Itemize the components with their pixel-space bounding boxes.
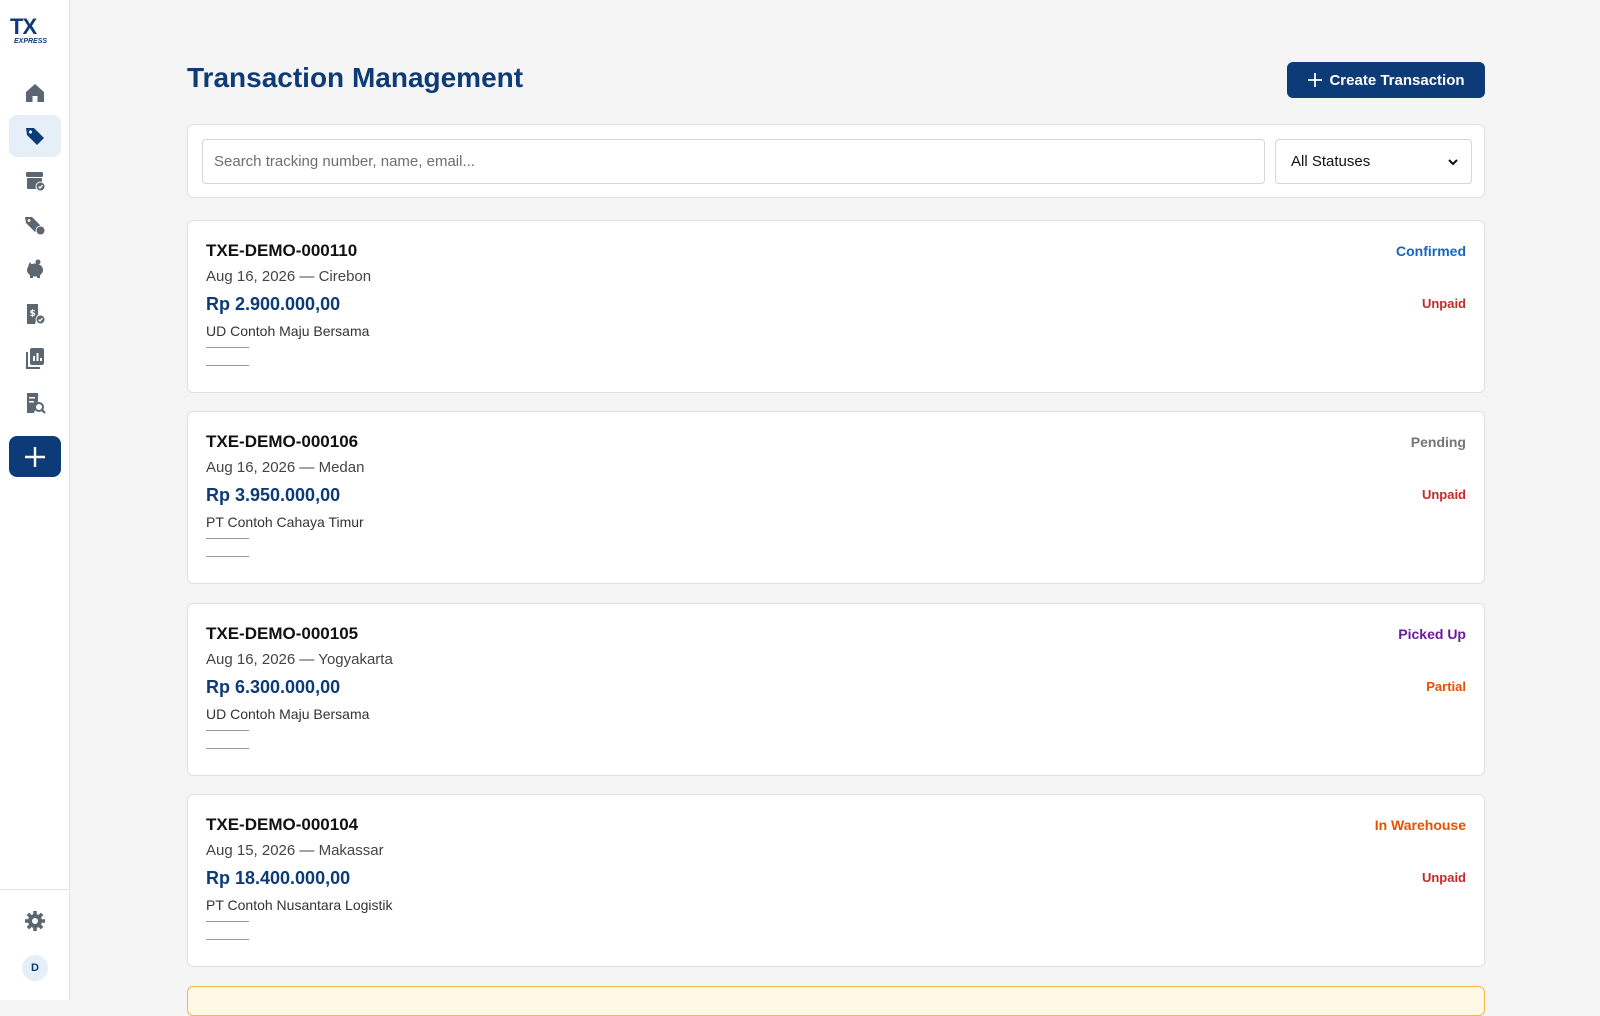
piggy-bank-icon <box>27 259 43 278</box>
chevron-down-icon <box>1448 158 1458 165</box>
sidebar: TX EXPRESS $ D <box>0 0 70 1000</box>
sidebar-item-transactions[interactable] <box>9 115 61 157</box>
transaction-date-city: Aug 16, 2026 — Medan <box>206 459 365 476</box>
customer-company: PT Contoh Nusantara Logistik <box>206 897 393 913</box>
transaction-amount: Rp 6.300.000,00 <box>206 677 341 697</box>
payment-status: Unpaid <box>1421 487 1466 502</box>
payment-status: Unpaid <box>1421 870 1466 885</box>
tags-discount-icon <box>25 217 46 236</box>
status-filter-value: All Statuses <box>1291 153 1371 170</box>
customer-company: UD Contoh Maju Bersama <box>206 706 370 722</box>
filter-panel: All Statuses <box>187 124 1485 198</box>
placeholder-line <box>206 556 249 557</box>
avatar[interactable]: D <box>22 955 48 981</box>
placeholder-line <box>206 748 249 749</box>
reports-icon <box>26 348 44 369</box>
payment-status: Partial <box>1426 679 1466 694</box>
transaction-date-city: Aug 16, 2026 — Yogyakarta <box>206 651 393 668</box>
sidebar-item-discounts[interactable] <box>9 204 61 246</box>
warehouse-check-icon <box>26 172 46 192</box>
shipment-status: Pending <box>1410 434 1466 450</box>
shipment-status: Confirmed <box>1396 243 1466 259</box>
search-input[interactable] <box>202 139 1265 184</box>
audit-search-icon <box>27 393 46 414</box>
plus-icon <box>25 446 45 467</box>
transaction-card-partial[interactable] <box>187 986 1485 1016</box>
sidebar-divider <box>0 889 70 890</box>
placeholder-line <box>206 921 249 922</box>
customer-company: PT Contoh Cahaya Timur <box>206 514 364 530</box>
status-filter-select[interactable]: All Statuses <box>1275 139 1472 184</box>
placeholder-line <box>206 347 249 348</box>
tracking-number: TXE-DEMO-000105 <box>206 624 359 643</box>
transaction-amount: Rp 2.900.000,00 <box>206 294 341 314</box>
sidebar-item-home[interactable] <box>9 72 61 114</box>
transaction-card[interactable]: TXE-DEMO-000105 Aug 16, 2026 — Yogyakart… <box>187 603 1485 776</box>
transaction-card[interactable]: TXE-DEMO-000106 Aug 16, 2026 — Medan Rp … <box>187 411 1485 584</box>
sidebar-item-invoices[interactable]: $ <box>9 293 61 335</box>
sidebar-add-button[interactable] <box>9 436 61 477</box>
placeholder-line <box>206 538 249 539</box>
transaction-amount: Rp 18.400.000,00 <box>206 868 351 888</box>
invoice-check-icon: $ <box>27 304 46 325</box>
sidebar-item-audit[interactable] <box>9 382 61 424</box>
create-transaction-button[interactable]: Create Transaction <box>1287 62 1485 98</box>
shipment-status: Picked Up <box>1398 626 1466 642</box>
transaction-date-city: Aug 16, 2026 — Cirebon <box>206 268 372 285</box>
txe-logo[interactable]: TX EXPRESS <box>10 16 62 50</box>
home-icon <box>26 84 44 102</box>
placeholder-line <box>206 730 249 731</box>
plus-icon <box>1308 73 1323 87</box>
page-title: Transaction Management <box>187 62 524 93</box>
customer-company: UD Contoh Maju Bersama <box>206 323 370 339</box>
svg-text:$: $ <box>30 309 36 319</box>
shipment-status: In Warehouse <box>1374 817 1466 833</box>
tracking-number: TXE-DEMO-000106 <box>206 432 359 451</box>
tag-icon <box>26 128 44 145</box>
sidebar-item-warehouse[interactable] <box>9 160 61 202</box>
transaction-card[interactable]: TXE-DEMO-000110 Aug 16, 2026 — Cirebon R… <box>187 220 1485 393</box>
gear-icon[interactable] <box>23 909 47 933</box>
sidebar-item-savings[interactable] <box>9 248 61 290</box>
logo-subtext: EXPRESS <box>14 38 48 45</box>
logo-text: TX <box>10 14 37 39</box>
transaction-date-city: Aug 15, 2026 — Makassar <box>206 842 384 859</box>
placeholder-line <box>206 365 249 366</box>
tracking-number: TXE-DEMO-000104 <box>206 815 359 834</box>
transaction-card[interactable]: TXE-DEMO-000104 Aug 15, 2026 — Makassar … <box>187 794 1485 967</box>
placeholder-line <box>206 939 249 940</box>
payment-status: Unpaid <box>1421 296 1466 311</box>
transaction-amount: Rp 3.950.000,00 <box>206 485 341 505</box>
tracking-number: TXE-DEMO-000110 <box>206 241 358 260</box>
sidebar-item-reports[interactable] <box>9 337 61 379</box>
create-transaction-label: Create Transaction <box>1329 71 1465 89</box>
